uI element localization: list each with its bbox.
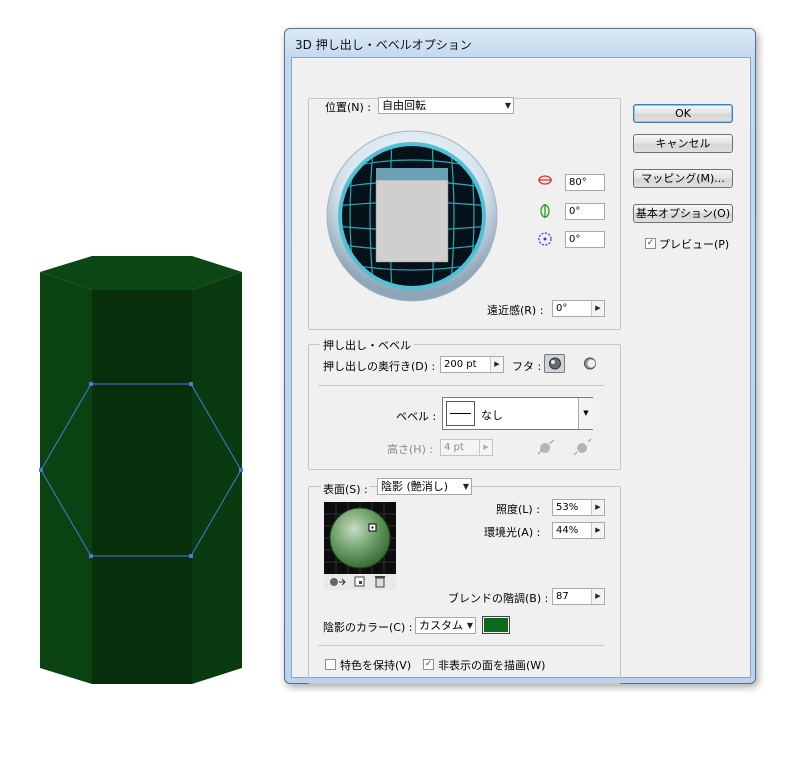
bevel-out-icon [537, 439, 555, 455]
perspective-field[interactable]: 0° ▶ [552, 300, 605, 317]
bevel-height-value: 4 pt [444, 442, 464, 453]
preview-checkbox[interactable]: ✓ [645, 238, 656, 249]
chevron-down-icon: ▼ [466, 621, 473, 630]
extrude-bevel-dialog: 3D 押し出し・ベベルオプション 位置(N) : 自由回転 ▼ 80° 0° 0… [284, 28, 756, 684]
anchor-point[interactable] [89, 382, 93, 386]
extrude-depth-label: 押し出しの奥行き(D) : [323, 360, 436, 373]
preview-label: プレビュー(P) [659, 238, 730, 251]
chevron-right-icon[interactable]: ▶ [591, 589, 604, 604]
bevel-height-label: 高さ(H) : [387, 443, 434, 456]
lighting-sphere[interactable] [324, 502, 396, 574]
bevel-select[interactable]: なし ▼ [442, 397, 593, 430]
ambient-light-field[interactable]: 44% ▶ [552, 522, 605, 539]
basic-options-button[interactable]: 基本オプション(O) [633, 204, 733, 223]
preserve-spot-checkbox[interactable] [325, 659, 336, 670]
light-intensity-label: 照度(L) : [496, 503, 540, 516]
cap-on-icon [549, 357, 561, 370]
prism-left-face [40, 272, 92, 684]
dialog-body: 位置(N) : 自由回転 ▼ 80° 0° 0° 遠近感(R): 0° ▶ 押… [291, 57, 751, 684]
divider [318, 385, 604, 386]
cancel-button[interactable]: キャンセル [633, 134, 733, 153]
move-light-back-icon[interactable] [328, 576, 348, 588]
chevron-right-icon: ▶ [479, 440, 492, 455]
new-light-icon[interactable] [354, 576, 366, 588]
z-axis-rotation-icon [538, 232, 552, 246]
artwork-canvas [39, 256, 243, 684]
perspective-value: 0° [556, 303, 568, 314]
mapping-button[interactable]: マッピング(M)... [633, 169, 733, 188]
prism-right-face [192, 272, 242, 684]
chevron-down-icon: ▼ [504, 101, 511, 110]
blend-steps-field[interactable]: 87 ▶ [552, 588, 605, 605]
position-select-value: 自由回転 [382, 99, 426, 112]
anchor-point[interactable] [239, 468, 243, 472]
light-intensity-value: 53% [556, 502, 579, 513]
cap-on-button[interactable] [544, 354, 565, 373]
extrude-depth-field[interactable]: 200 pt ▶ [440, 356, 504, 373]
cap-off-icon[interactable] [582, 355, 599, 372]
draw-hidden-faces-checkbox[interactable]: ✓ [423, 659, 434, 670]
preserve-spot-label: 特色を保持(V) [340, 659, 412, 672]
bevel-label: ベベル : [396, 410, 437, 423]
shade-color-select[interactable]: カスタム ▼ [415, 617, 476, 634]
chevron-right-icon[interactable]: ▶ [591, 523, 604, 538]
surface-label: 表面(S) : [321, 481, 370, 497]
cube-top-face [376, 168, 448, 180]
lighting-toolbar [324, 574, 396, 590]
extrude-bevel-label: 押し出し・ベベル [320, 337, 414, 353]
anchor-point[interactable] [189, 382, 193, 386]
ambient-light-label: 環境光(A) : [484, 526, 541, 539]
chevron-down-icon: ▼ [462, 482, 469, 491]
chevron-right-icon[interactable]: ▶ [490, 357, 503, 372]
cube-front-face [375, 179, 449, 263]
title-bar[interactable]: 3D 押し出し・ベベルオプション [285, 29, 755, 57]
cap-label: フタ : [512, 360, 542, 373]
divider [318, 645, 604, 646]
chevron-down-icon[interactable]: ▼ [578, 398, 593, 429]
anchor-point[interactable] [89, 554, 93, 558]
position-label: 位置(N) : [323, 99, 374, 115]
prism-front-face [92, 290, 192, 684]
delete-light-icon[interactable] [374, 575, 386, 588]
chevron-right-icon[interactable]: ▶ [591, 301, 604, 316]
dialog-title: 3D 押し出し・ベベルオプション [295, 38, 472, 52]
shade-color-swatch[interactable] [482, 616, 510, 634]
ambient-light-value: 44% [556, 525, 579, 536]
rotation-x-field[interactable]: 80° [565, 174, 605, 191]
lit-sphere [329, 507, 391, 569]
bevel-in-icon [573, 438, 592, 456]
shade-color-value: カスタム [419, 619, 463, 632]
track-cube[interactable] [326, 130, 498, 302]
bevel-preview [446, 401, 475, 426]
perspective-label: 遠近感(R) : [487, 304, 544, 317]
shade-color-label: 陰影のカラー(C) : [323, 621, 413, 634]
anchor-point[interactable] [39, 468, 43, 472]
draw-hidden-faces-label: 非表示の面を描画(W) [438, 659, 546, 672]
chevron-right-icon[interactable]: ▶ [591, 500, 604, 515]
extrude-depth-value: 200 pt [444, 359, 477, 370]
light-intensity-field[interactable]: 53% ▶ [552, 499, 605, 516]
bevel-height-field: 4 pt ▶ [440, 439, 493, 456]
bevel-value: なし [481, 409, 503, 422]
anchor-point[interactable] [189, 554, 193, 558]
ok-button[interactable]: OK [633, 104, 733, 123]
x-axis-rotation-icon [538, 175, 552, 185]
y-axis-rotation-icon [540, 204, 550, 218]
position-select[interactable]: 自由回転 ▼ [378, 97, 514, 114]
hexagonal-prism [40, 256, 242, 684]
surface-select-value: 陰影 (艶消し) [381, 480, 449, 493]
rotation-z-field[interactable]: 0° [565, 231, 605, 248]
shade-color-swatch-fill [484, 618, 508, 632]
rotation-y-field[interactable]: 0° [565, 203, 605, 220]
blend-steps-label: ブレンドの階調(B) : [448, 592, 549, 605]
surface-select[interactable]: 陰影 (艶消し) ▼ [377, 478, 472, 495]
blend-steps-value: 87 [556, 591, 569, 602]
